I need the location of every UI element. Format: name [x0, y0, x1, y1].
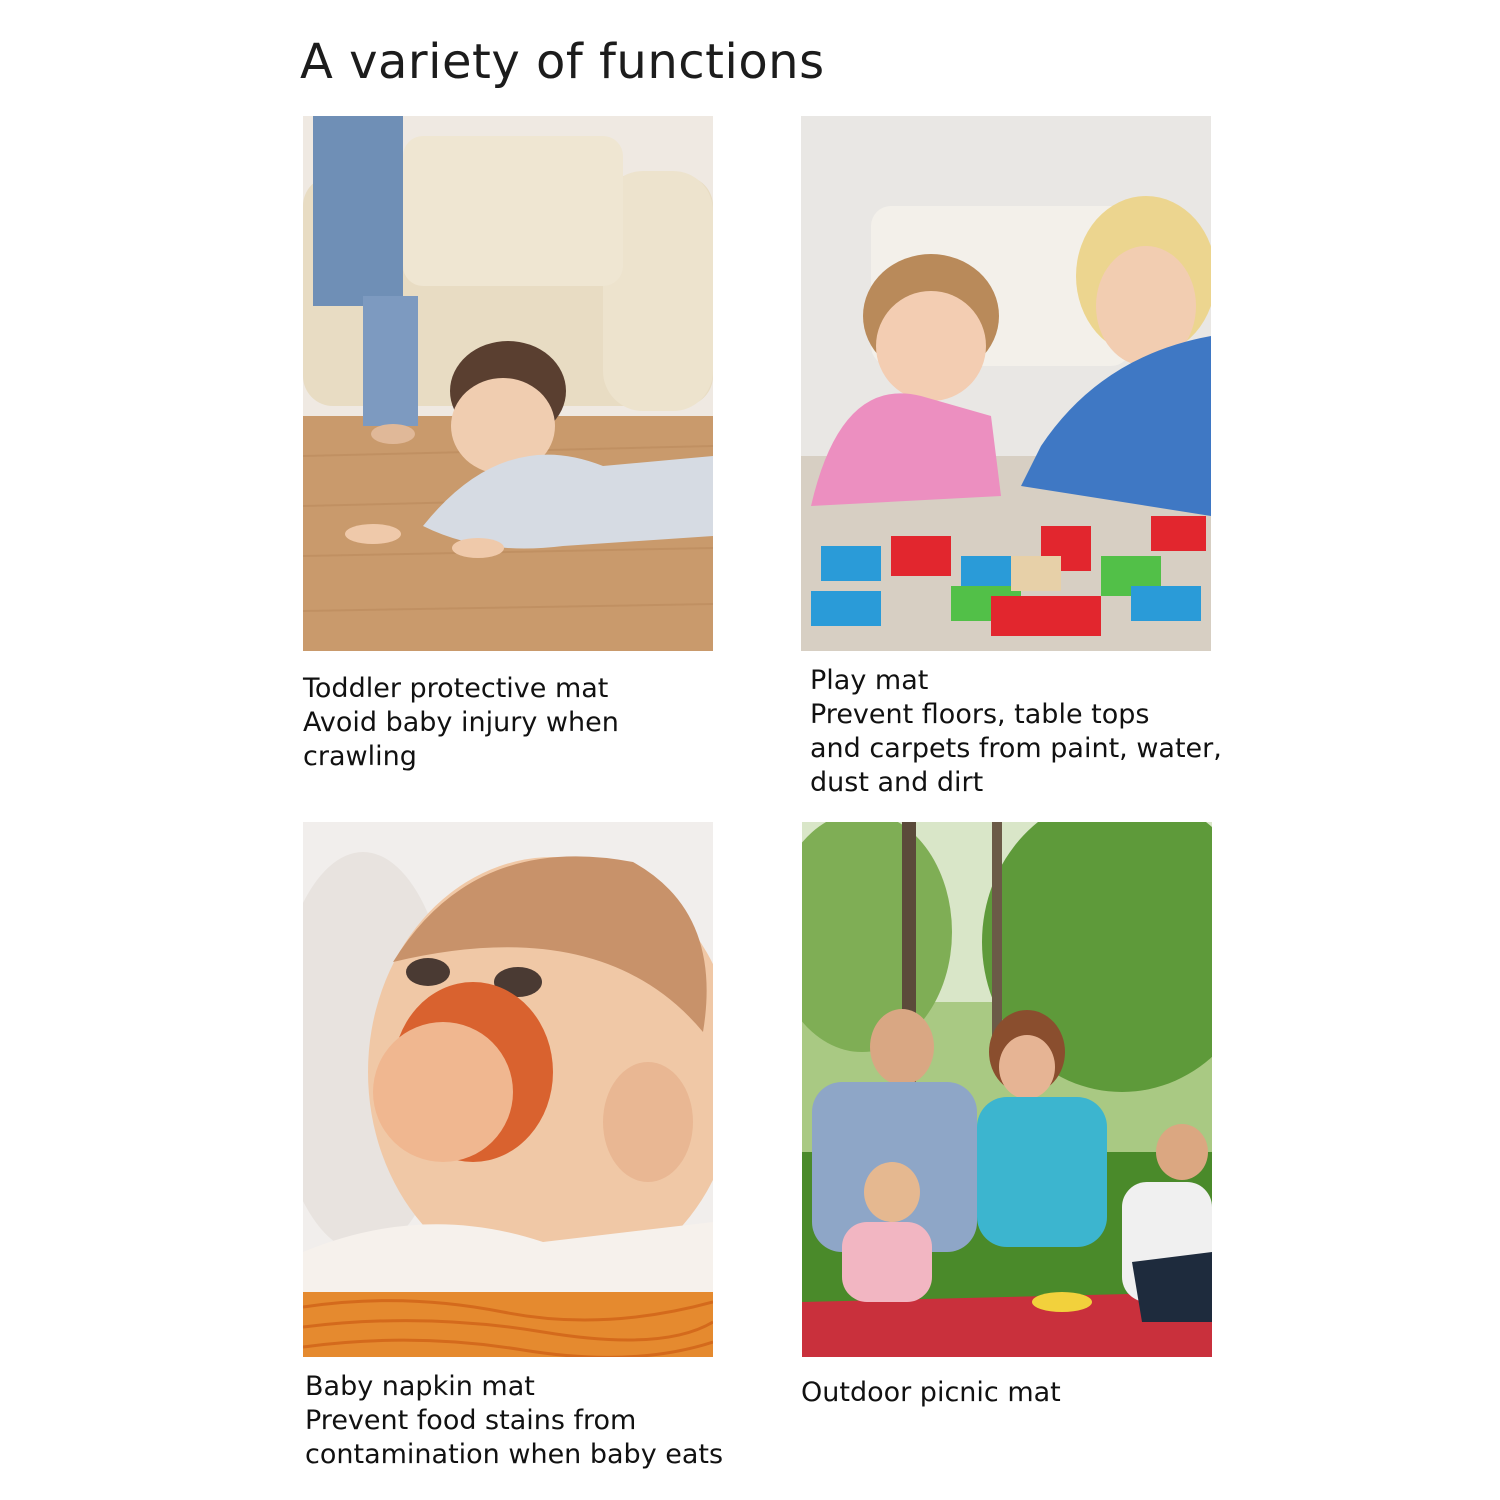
- caption-line: Toddler protective mat: [303, 673, 609, 704]
- caption-line: Prevent floors, table tops: [810, 699, 1150, 730]
- caption-line: Baby napkin mat: [305, 1371, 535, 1402]
- family-picnic-photo: [802, 822, 1212, 1357]
- caption-outdoor-picnic-mat: Outdoor picnic mat: [801, 1376, 1061, 1410]
- caption-line: Prevent food stains from: [305, 1405, 637, 1436]
- page-title: A variety of functions: [300, 34, 825, 90]
- caption-line: Avoid baby injury when: [303, 707, 619, 738]
- caption-line: contamination when baby eats: [305, 1439, 724, 1470]
- caption-line: crawling: [303, 741, 417, 772]
- caption-baby-napkin-mat: Baby napkin mat Prevent food stains from…: [305, 1370, 723, 1472]
- caption-line: Play mat: [810, 665, 929, 696]
- caption-line: dust and dirt: [810, 767, 984, 798]
- caption-line: Outdoor picnic mat: [801, 1377, 1061, 1408]
- play-blocks-photo: [801, 116, 1211, 651]
- baby-crawling-photo: [303, 116, 713, 651]
- caption-play-mat: Play mat Prevent floors, table tops and …: [810, 664, 1222, 800]
- baby-eating-spaghetti-photo: [303, 822, 713, 1357]
- caption-line: and carpets from paint, water,: [810, 733, 1222, 764]
- caption-toddler-protective-mat: Toddler protective mat Avoid baby injury…: [303, 672, 619, 774]
